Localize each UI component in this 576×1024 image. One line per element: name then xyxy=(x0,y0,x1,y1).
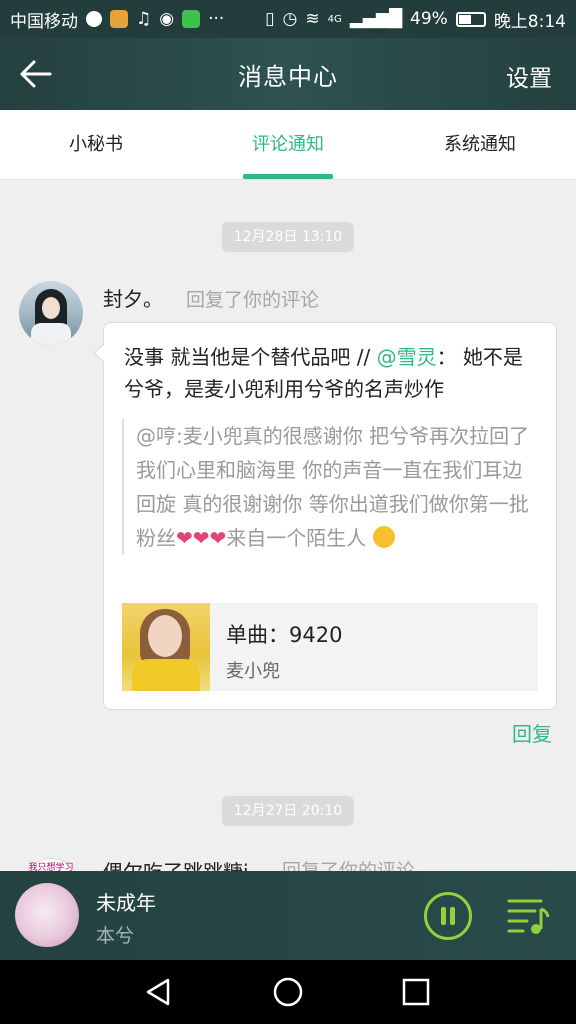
back-button[interactable] xyxy=(16,54,56,94)
status-bar: 中国移动 ♫ ◉ ··· ▯ ◷ ≋ 4G ▂▄▆█ 49% 晚上8:14 xyxy=(0,0,576,38)
page-title: 消息中心 xyxy=(238,62,338,91)
playlist-icon xyxy=(507,899,550,934)
app-notification-icon xyxy=(86,11,102,27)
alarm-icon: ◷ xyxy=(282,9,298,29)
music-note-icon: ♫ xyxy=(136,9,152,29)
now-playing-cover[interactable] xyxy=(15,883,79,947)
reply-prefix: 没事 就当他是个替代品吧 // xyxy=(124,345,377,369)
top-app-bar: 消息中心 设置 xyxy=(0,38,576,110)
network-type: 4G xyxy=(327,13,342,25)
now-playing-title: 未成年 xyxy=(96,891,156,915)
sender-name[interactable]: 封夕。 xyxy=(103,283,163,312)
carrier-label: 中国移动 xyxy=(10,11,78,32)
quoted-suffix: 来自一个陌生人 xyxy=(226,526,367,550)
nav-back-icon[interactable] xyxy=(140,974,176,1010)
now-playing-artist: 本兮 xyxy=(96,925,135,947)
playlist-button[interactable] xyxy=(505,895,551,937)
reply-button[interactable]: 回复 xyxy=(512,718,552,747)
tab-bar: 小秘书 评论通知 系统通知 xyxy=(0,110,576,180)
pause-button[interactable] xyxy=(424,892,472,940)
system-nav-bar xyxy=(0,960,576,1024)
song-artist: 麦小兜 xyxy=(226,661,280,682)
mini-player[interactable]: 未成年 本兮 xyxy=(0,871,576,960)
tab-secretary[interactable]: 小秘书 xyxy=(0,110,192,179)
back-arrow-icon xyxy=(20,60,52,88)
tab-system-notifications[interactable]: 系统通知 xyxy=(384,110,576,179)
reply-text: 没事 就当他是个替代品吧 // @雪灵： 她不是兮爷，是麦小兜利用兮爷的名声炒作 xyxy=(124,341,534,405)
blushing-emoji-icon xyxy=(372,526,395,548)
song-cover-image xyxy=(122,603,210,691)
comment-action-text: 回复了你的评论 xyxy=(186,289,320,311)
signal-icon: ▂▄▆█ xyxy=(349,9,403,29)
battery-percent: 49% xyxy=(410,9,448,29)
sender-avatar[interactable] xyxy=(19,281,83,345)
comment-bubble: 没事 就当他是个替代品吧 // @雪灵： 她不是兮爷，是麦小兜利用兮爷的名声炒作… xyxy=(93,322,557,710)
tab-comment-notifications[interactable]: 评论通知 xyxy=(192,110,384,179)
battery-icon xyxy=(455,11,486,27)
more-notifications-icon: ··· xyxy=(208,9,225,29)
weibo-icon: ◉ xyxy=(159,9,175,29)
iqiyi-icon xyxy=(182,10,201,28)
vibrate-icon: ▯ xyxy=(265,9,275,29)
clock-time: 晚上8:14 xyxy=(493,11,566,32)
weibo-notification-icon xyxy=(110,10,128,28)
wifi-icon: ≋ xyxy=(305,9,320,29)
song-card[interactable]: 单曲：9420 麦小兜 xyxy=(122,603,538,691)
song-title: 单曲：9420 xyxy=(226,623,343,647)
heart-icons: ❤❤❤ xyxy=(176,526,227,550)
nav-home-icon[interactable] xyxy=(270,974,306,1010)
quoted-comment: @哼:麦小兜真的很感谢你 把兮爷再次拉回了我们心里和脑海里 你的声音一直在我们耳… xyxy=(122,419,536,555)
mention-link[interactable]: @雪灵 xyxy=(377,345,437,369)
nav-recents-icon[interactable] xyxy=(398,974,434,1010)
message-timestamp: 12月27日 20:10 xyxy=(221,796,355,826)
settings-button[interactable]: 设置 xyxy=(506,59,552,93)
message-timestamp: 12月28日 13:10 xyxy=(221,222,355,252)
